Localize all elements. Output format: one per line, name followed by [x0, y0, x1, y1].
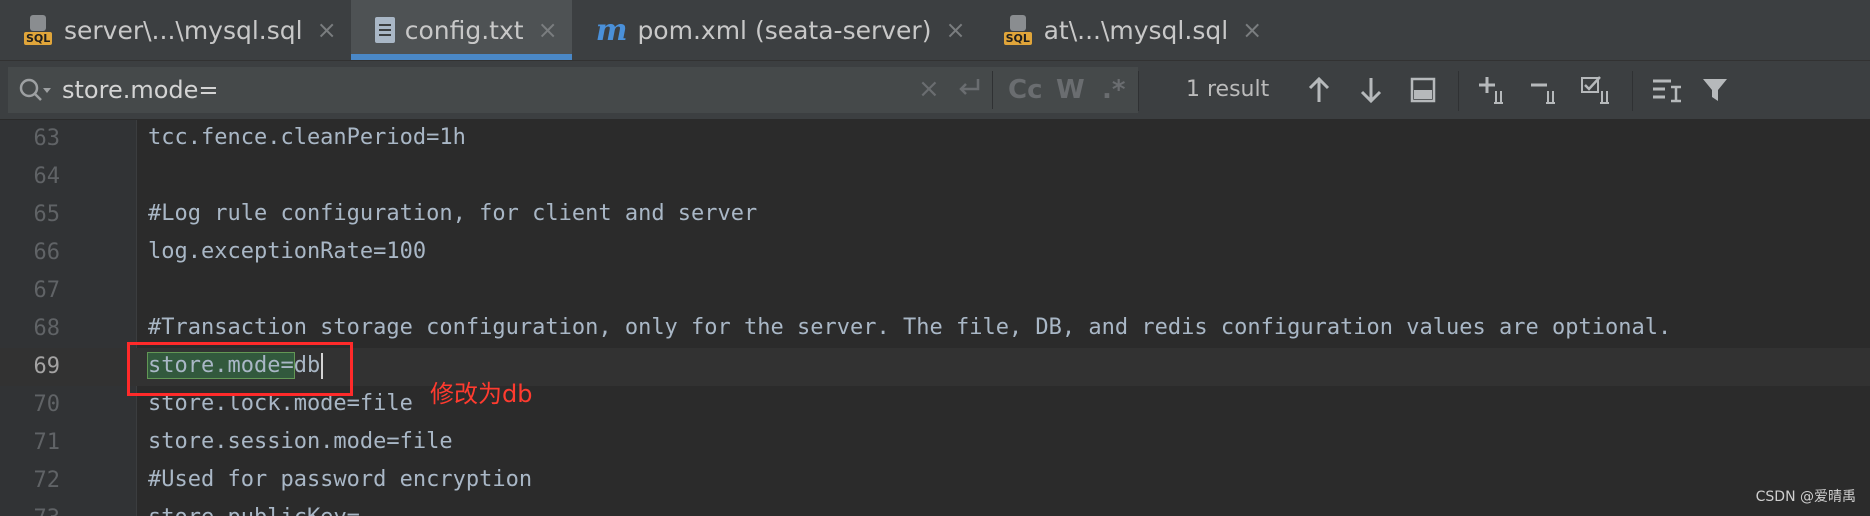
- maven-icon: m: [595, 12, 628, 48]
- filter-icon[interactable]: [1698, 73, 1732, 107]
- line-number: 67: [33, 278, 61, 303]
- line-number: 73: [0, 506, 61, 516]
- filter-results-icon[interactable]: [1406, 73, 1440, 107]
- add-occurrence-icon[interactable]: [1476, 73, 1510, 107]
- tab-label: at\...\mysql.sql: [1043, 15, 1229, 45]
- code-comment: #Used for password encryption: [148, 467, 533, 492]
- line-number: 70: [33, 392, 61, 417]
- next-occurrence-icon[interactable]: [1354, 73, 1388, 107]
- divider: [1458, 71, 1459, 111]
- clear-search-icon[interactable]: ×: [918, 74, 940, 104]
- sql-file-icon: SQL: [24, 15, 54, 45]
- divider: [1632, 71, 1633, 111]
- line-number: 63: [33, 126, 61, 151]
- line-number: 68: [33, 316, 61, 341]
- code-line[interactable]: 73 store.publicKey=: [0, 500, 1870, 516]
- tab-label: config.txt: [404, 15, 524, 45]
- previous-occurrence-icon[interactable]: [1302, 73, 1336, 107]
- tab-label: pom.xml (seata-server): [637, 15, 932, 45]
- code-comment: #Transaction storage configuration, only…: [148, 315, 1672, 340]
- code-text: store.publicKey=: [148, 505, 360, 516]
- code-comment: #Log rule configuration, for client and …: [148, 201, 758, 226]
- divider: [992, 71, 993, 109]
- code-line[interactable]: 66 log.exceptionRate=100: [0, 234, 1870, 272]
- watermark: CSDN @爱晴禹: [1755, 489, 1856, 505]
- close-icon[interactable]: ×: [945, 16, 965, 44]
- line-number: 65: [33, 202, 61, 227]
- close-icon[interactable]: ×: [538, 16, 558, 44]
- line-number: 71: [33, 430, 61, 455]
- code-line[interactable]: 65 #Log rule configuration, for client a…: [0, 196, 1870, 234]
- multiline-icon[interactable]: [1650, 73, 1684, 107]
- code-text: log.exceptionRate=100: [148, 239, 427, 264]
- code-text: store.session.mode=file: [148, 429, 453, 454]
- code-editor[interactable]: 63 tcc.fence.cleanPeriod=1h 64 65 #Log r…: [0, 120, 1870, 516]
- tab-pom-xml[interactable]: m pom.xml (seata-server) ×: [572, 0, 980, 60]
- line-number: 66: [33, 240, 61, 265]
- sql-file-icon: SQL: [1003, 15, 1034, 45]
- new-line-icon[interactable]: [956, 74, 984, 109]
- regex-toggle[interactable]: .*: [1102, 75, 1125, 105]
- tab-server-mysql-sql[interactable]: SQL server\...\mysql.sql ×: [0, 0, 351, 60]
- text-file-icon: [374, 17, 395, 43]
- result-count: 1 result: [1186, 77, 1270, 102]
- close-icon[interactable]: ×: [1242, 16, 1262, 44]
- line-number: 72: [33, 468, 61, 493]
- divider: [1138, 71, 1139, 111]
- find-toolbar: store.mode= × Cc W .* 1 result: [0, 61, 1870, 120]
- code-text: tcc.fence.cleanPeriod=1h: [148, 125, 466, 150]
- tab-at-mysql-sql[interactable]: SQL at\...\mysql.sql ×: [980, 0, 1277, 60]
- tab-label: server\...\mysql.sql: [64, 15, 303, 45]
- code-line[interactable]: 71 store.session.mode=file: [0, 424, 1870, 462]
- line-number: 64: [33, 164, 61, 189]
- whole-words-toggle[interactable]: W: [1056, 75, 1085, 105]
- search-query: store.mode=: [62, 76, 219, 104]
- select-all-occurrences-icon[interactable]: [1580, 73, 1614, 107]
- line-number: 69: [33, 354, 61, 379]
- editor-tab-bar: SQL server\...\mysql.sql × config.txt × …: [0, 0, 1870, 61]
- code-line[interactable]: 64: [0, 158, 1870, 196]
- code-line[interactable]: 67: [0, 272, 1870, 310]
- code-line[interactable]: 63 tcc.fence.cleanPeriod=1h: [0, 120, 1870, 158]
- code-line[interactable]: 72 #Used for password encryption: [0, 462, 1870, 500]
- annotation-text: 修改为db: [430, 380, 533, 408]
- annotation-highlight-box: [127, 342, 353, 396]
- tab-config-txt[interactable]: config.txt ×: [350, 0, 572, 60]
- search-input[interactable]: store.mode= × Cc W .*: [8, 67, 1138, 113]
- remove-occurrence-icon[interactable]: [1528, 73, 1562, 107]
- close-icon[interactable]: ×: [317, 16, 337, 44]
- search-history-icon[interactable]: [18, 77, 52, 109]
- match-case-toggle[interactable]: Cc: [1008, 75, 1043, 105]
